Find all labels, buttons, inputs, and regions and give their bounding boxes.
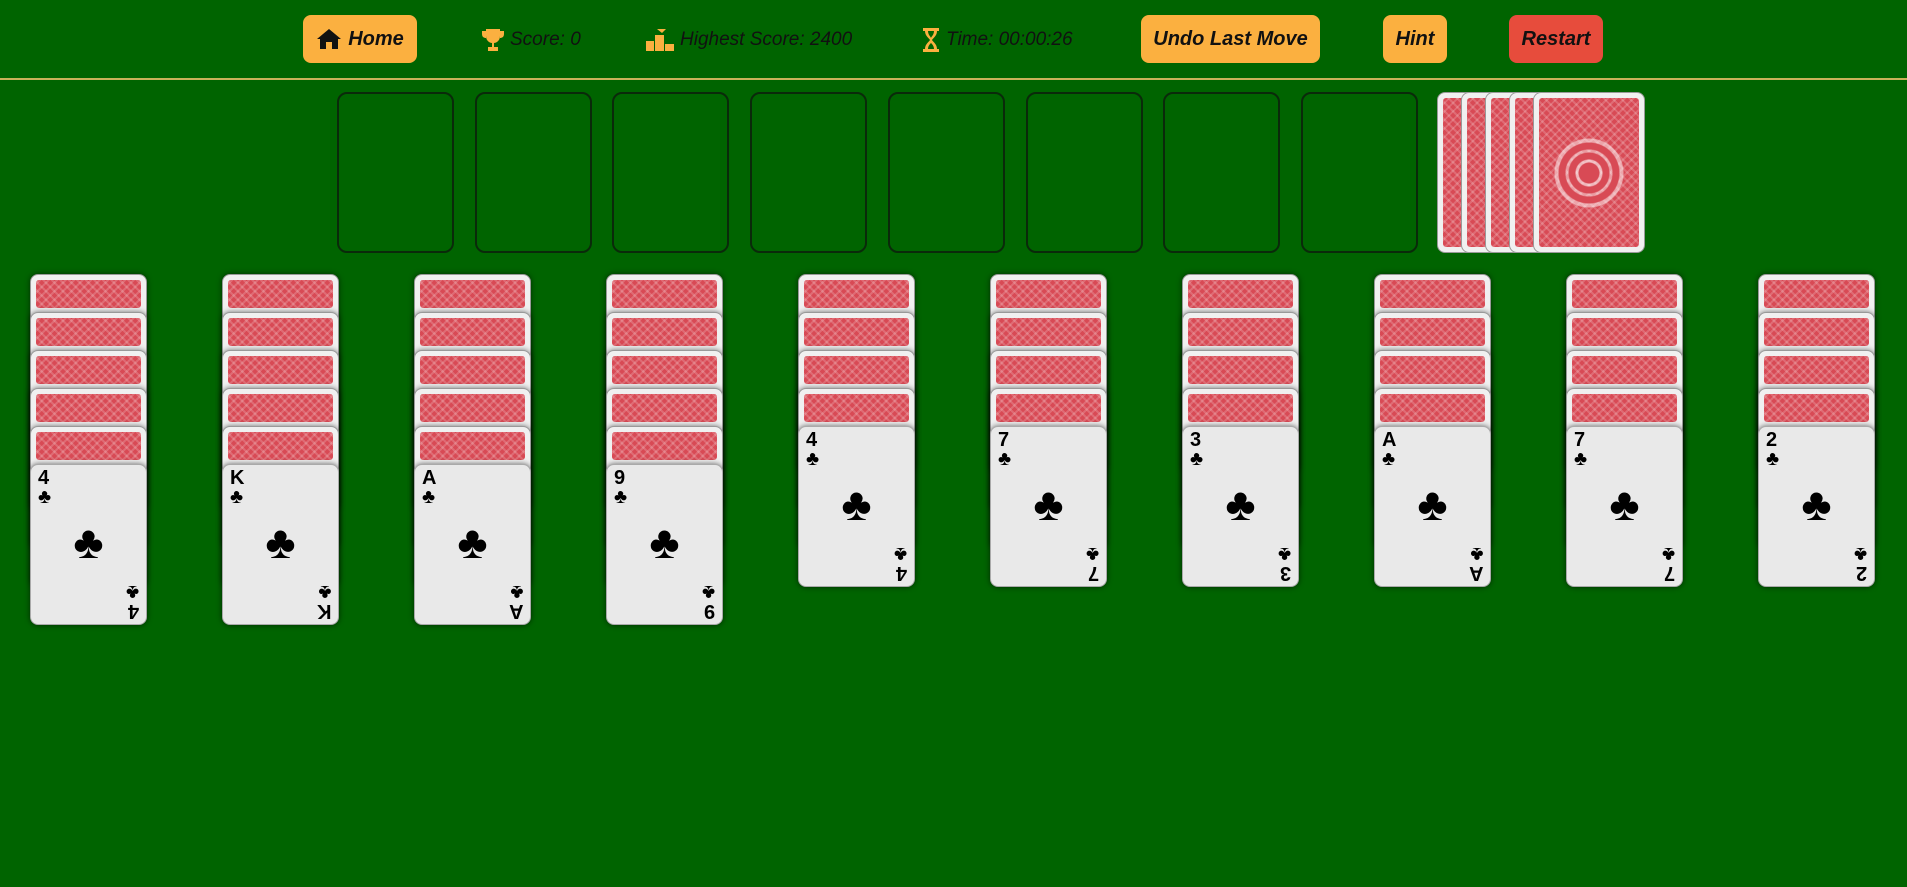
card-rank: 7 (1663, 562, 1675, 584)
card-corner-bottom: 9 ♣ (701, 581, 715, 622)
face-up-card[interactable]: 7 ♣ ♣ 7 ♣ (1566, 426, 1683, 587)
card-corner-bottom: 4 ♣ (893, 543, 907, 584)
highest-score-label: Highest Score: 2400 (680, 29, 853, 50)
timer-label: Time: 00:00:26 (946, 29, 1073, 50)
foundation-slot (337, 92, 454, 253)
card-corner-top: K ♣ (230, 468, 244, 508)
podium-icon (644, 27, 676, 53)
card-corner-bottom: 7 ♣ (1085, 543, 1099, 584)
restart-label: Restart (1521, 27, 1591, 50)
card-corner-top: 4 ♣ (38, 468, 52, 508)
club-icon: ♣ (1469, 543, 1483, 565)
foundation-slot (475, 92, 592, 253)
face-up-card[interactable]: 7 ♣ ♣ 7 ♣ (990, 426, 1107, 587)
face-up-card[interactable]: A ♣ ♣ A ♣ (414, 464, 531, 625)
card-rank: 9 (703, 600, 715, 622)
card-corner-top: 9 ♣ (614, 468, 628, 508)
card-corner-top: A ♣ (422, 468, 436, 508)
club-icon: ♣ (1277, 543, 1291, 565)
hourglass-icon (920, 27, 942, 53)
card-corner-bottom: 3 ♣ (1277, 543, 1291, 584)
face-up-card[interactable]: K ♣ ♣ K ♣ (222, 464, 339, 625)
face-up-card[interactable]: 4 ♣ ♣ 4 ♣ (30, 464, 147, 625)
club-icon: ♣ (230, 486, 244, 508)
club-icon: ♣ (1766, 448, 1780, 470)
card-corner-top: 2 ♣ (1766, 430, 1780, 470)
card-corner-top: 3 ♣ (1190, 430, 1204, 470)
card-rank: 3 (1279, 562, 1291, 584)
club-icon: ♣ (1661, 543, 1675, 565)
club-icon: ♣ (1609, 478, 1640, 530)
card-corner-top: 7 ♣ (998, 430, 1012, 470)
foundation-slot (1026, 92, 1143, 253)
card-corner-bottom: K ♣ (316, 581, 331, 622)
club-icon: ♣ (614, 486, 628, 508)
card-rank: A (508, 600, 523, 622)
undo-label: Undo Last Move (1153, 27, 1308, 50)
club-icon: ♣ (457, 516, 488, 568)
club-icon: ♣ (701, 581, 715, 603)
home-button[interactable]: Home (303, 15, 417, 63)
card-rank: 7 (1087, 562, 1099, 584)
club-icon: ♣ (1801, 478, 1832, 530)
timer-display: Time: 00:00:26 (920, 24, 1073, 56)
home-label: Home (348, 27, 404, 50)
face-up-card[interactable]: 3 ♣ ♣ 3 ♣ (1182, 426, 1299, 587)
stock-card-back[interactable] (1533, 92, 1645, 253)
house-icon (316, 28, 342, 50)
score-label: Score: 0 (510, 29, 581, 50)
club-icon: ♣ (841, 478, 872, 530)
foundation-slot (1163, 92, 1280, 253)
face-up-card[interactable]: 4 ♣ ♣ 4 ♣ (798, 426, 915, 587)
club-icon: ♣ (317, 581, 331, 603)
card-rank: K (316, 600, 331, 622)
score-display: Score: 0 (480, 24, 581, 56)
club-icon: ♣ (73, 516, 104, 568)
top-toolbar: Home Score: 0 Highest Score: 2400 Time: … (0, 0, 1907, 80)
club-icon: ♣ (649, 516, 680, 568)
card-corner-bottom: 4 ♣ (125, 581, 139, 622)
club-icon: ♣ (1853, 543, 1867, 565)
hint-label: Hint (1395, 27, 1435, 50)
club-icon: ♣ (1417, 478, 1448, 530)
club-icon: ♣ (1033, 478, 1064, 530)
foundation-slot (612, 92, 729, 253)
card-corner-bottom: 7 ♣ (1661, 543, 1675, 584)
highest-score-display: Highest Score: 2400 (644, 24, 852, 56)
foundation-slot (750, 92, 867, 253)
club-icon: ♣ (422, 486, 436, 508)
trophy-icon (480, 27, 506, 53)
card-rank: 4 (127, 600, 139, 622)
card-rank: A (1468, 562, 1483, 584)
club-icon: ♣ (1574, 448, 1588, 470)
club-icon: ♣ (806, 448, 820, 470)
hint-button[interactable]: Hint (1383, 15, 1447, 63)
club-icon: ♣ (1085, 543, 1099, 565)
card-corner-top: 7 ♣ (1574, 430, 1588, 470)
foundation-slot (888, 92, 1005, 253)
club-icon: ♣ (893, 543, 907, 565)
club-icon: ♣ (38, 486, 52, 508)
card-corner-bottom: 2 ♣ (1853, 543, 1867, 584)
club-icon: ♣ (125, 581, 139, 603)
face-up-card[interactable]: 9 ♣ ♣ 9 ♣ (606, 464, 723, 625)
face-up-card[interactable]: A ♣ ♣ A ♣ (1374, 426, 1491, 587)
card-rank: 4 (895, 562, 907, 584)
club-icon: ♣ (1382, 448, 1396, 470)
foundation-slot (1301, 92, 1418, 253)
club-icon: ♣ (265, 516, 296, 568)
club-icon: ♣ (1190, 448, 1204, 470)
restart-button[interactable]: Restart (1509, 15, 1603, 63)
club-icon: ♣ (998, 448, 1012, 470)
card-corner-top: A ♣ (1382, 430, 1396, 470)
undo-button[interactable]: Undo Last Move (1141, 15, 1320, 63)
club-icon: ♣ (1225, 478, 1256, 530)
card-corner-top: 4 ♣ (806, 430, 820, 470)
card-corner-bottom: A ♣ (508, 581, 523, 622)
club-icon: ♣ (509, 581, 523, 603)
card-rank: 2 (1855, 562, 1867, 584)
card-corner-bottom: A ♣ (1468, 543, 1483, 584)
face-up-card[interactable]: 2 ♣ ♣ 2 ♣ (1758, 426, 1875, 587)
